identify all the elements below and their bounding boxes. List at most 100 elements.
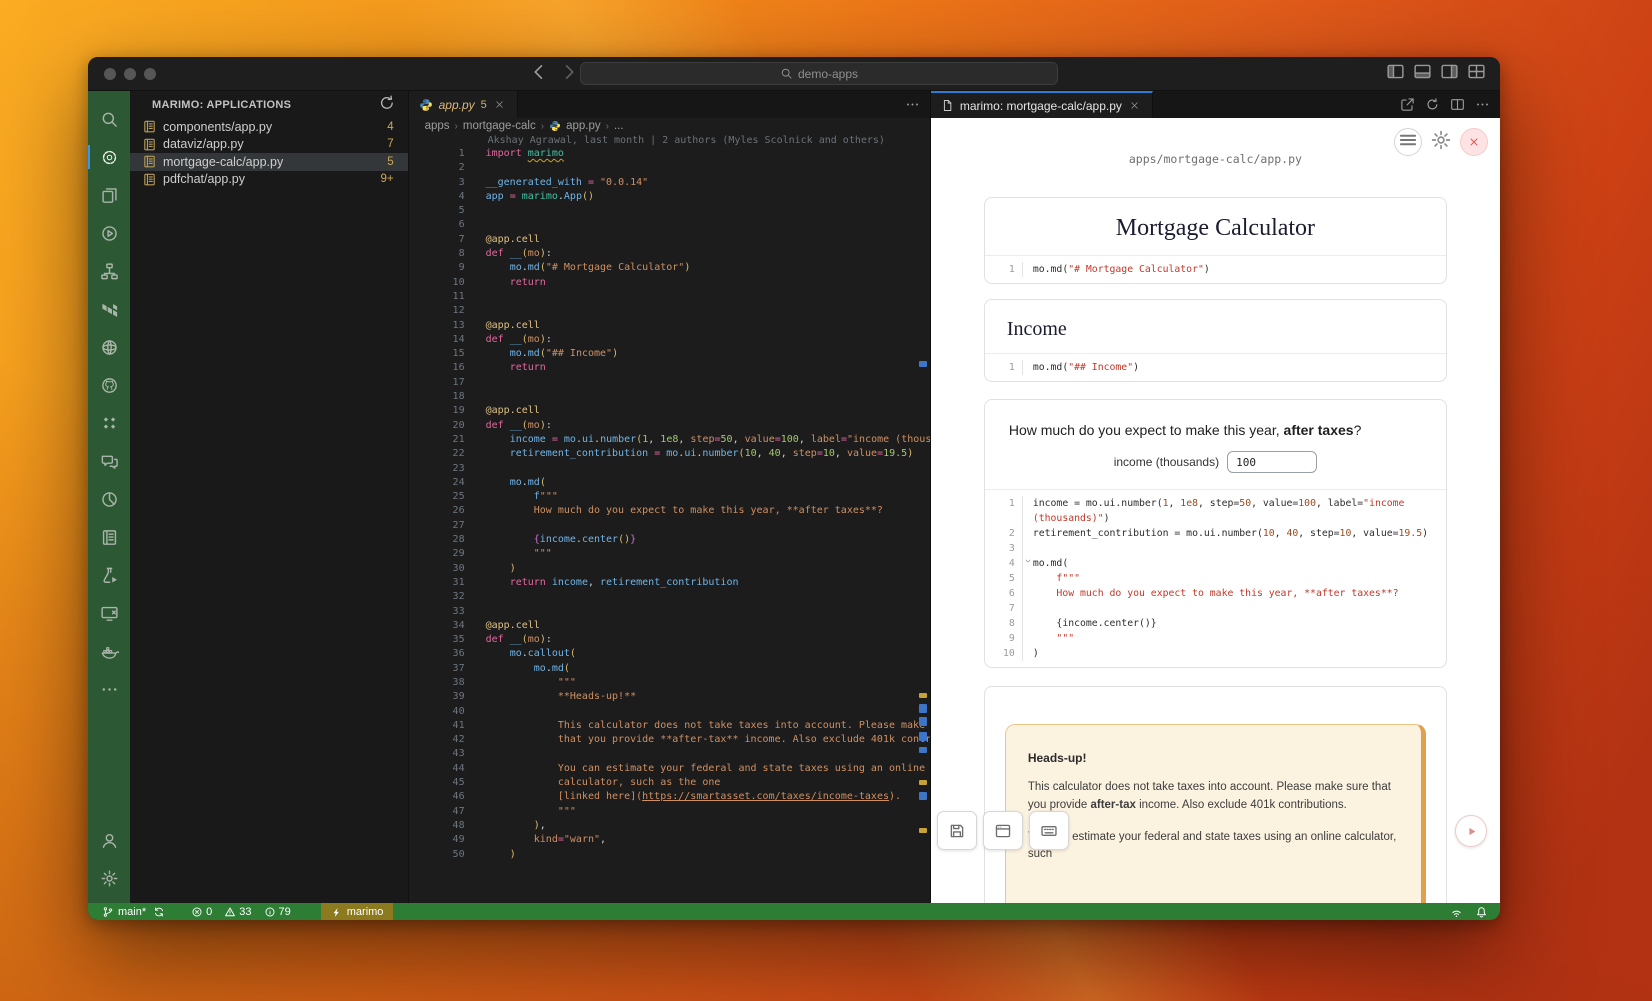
keyboard-shortcuts-button[interactable] [1029,811,1069,850]
run-icon [100,224,119,243]
problems-status[interactable]: 0 33 79 [191,906,291,918]
code-line: 29 """ [409,547,916,561]
activity-item-run[interactable] [88,214,130,252]
sidebar-section-title: MARIMO: APPLICATIONS [152,99,291,111]
activity-item-gear[interactable] [88,859,130,897]
warning-count: 33 [239,906,251,918]
code-line: 3__generated_with = "0.0.14" [409,176,916,190]
activity-item-comments[interactable] [88,442,130,480]
activity-item-hierarchy[interactable] [88,252,130,290]
notebook-file-icon [142,119,157,134]
activity-item-terraform[interactable] [88,290,130,328]
split-editor-button[interactable] [1450,97,1465,112]
tab-close-button[interactable] [1128,99,1142,113]
breadcrumb-item-symbol[interactable]: ... [614,120,624,132]
save-button[interactable] [937,811,977,850]
keyboard-icon [1040,822,1058,840]
tab-marimo-preview[interactable]: marimo: mortgage-calc/app.py [931,91,1153,118]
history-back-button[interactable] [528,63,550,85]
close-window-button[interactable] [104,68,116,80]
breadcrumb[interactable]: apps › mortgage-calc › app.py › ... [409,118,930,134]
activity-item-pie[interactable] [88,480,130,518]
preview-shutdown-button[interactable] [1460,128,1488,156]
file-row-components-app-py[interactable]: components/app.py4 [130,118,408,136]
traffic-lights[interactable] [104,68,156,80]
command-center-search[interactable]: demo-apps [580,62,1058,85]
overview-ruler[interactable] [919,134,927,903]
code-line: 17 [409,376,916,390]
code-line: 41 This calculator does not take taxes i… [409,719,916,733]
activity-item-flask[interactable] [88,556,130,594]
tab-label: marimo: mortgage-calc/app.py [960,99,1122,113]
preview-settings-button[interactable] [1430,131,1452,153]
branch-name: main* [118,906,146,918]
error-icon [191,906,203,918]
connection-status-button[interactable] [1450,906,1463,919]
refresh-button[interactable] [378,96,396,114]
code-line: 40 [409,705,916,719]
reload-preview-button[interactable] [1425,97,1440,112]
explorer-sidebar: MARIMO: APPLICATIONS components/app.py4d… [130,91,409,903]
activity-item-marimo[interactable] [88,138,130,176]
code-line: 30 ) [409,562,916,576]
toggle-primary-sidebar-button[interactable] [1386,64,1405,83]
activity-item-notebook[interactable] [88,518,130,556]
preview-code-line: 7 [985,601,1446,616]
fold-chevron-icon[interactable] [1023,556,1033,571]
code-line: 43 [409,747,916,761]
activity-item-github[interactable] [88,366,130,404]
activity-item-search[interactable] [88,100,130,138]
open-window-button[interactable] [983,811,1023,850]
notifications-button[interactable] [1475,906,1488,919]
activity-item-diamonds[interactable] [88,404,130,442]
breadcrumb-item-file[interactable]: app.py [566,120,601,132]
activity-item-account[interactable] [88,821,130,859]
marimo-extension-status[interactable]: marimo [321,903,394,920]
git-branch-status[interactable]: main* [102,906,165,918]
code-line: 22 retirement_contribution = mo.ui.numbe… [409,447,916,461]
ellipsis-icon [905,97,920,112]
tab-app-py[interactable]: app.py 5 [409,91,518,118]
breadcrumb-item-apps[interactable]: apps [425,120,450,132]
callout-title: Heads-up! [1028,751,1399,765]
activity-item-sphere[interactable] [88,328,130,366]
income-number-input[interactable]: 100 [1227,451,1317,473]
toggle-secondary-sidebar-button[interactable] [1440,64,1459,83]
history-forward-button[interactable] [558,63,580,85]
back-arrow-icon [528,61,550,88]
breadcrumb-item-folder[interactable]: mortgage-calc [463,120,536,132]
activity-item-docker[interactable] [88,632,130,670]
tab-close-button[interactable] [493,98,507,112]
activity-item-more[interactable] [88,670,130,708]
close-icon [1468,136,1480,148]
code-line: 20def __(mo): [409,419,916,433]
tab-more-actions-button[interactable] [905,97,920,112]
code-line: 34@app.cell [409,619,916,633]
notebook-icon [100,528,119,547]
code-line: 45 calculator, such as the one [409,776,916,790]
activity-item-monitor[interactable] [88,594,130,632]
preview-menu-button[interactable] [1394,128,1422,156]
open-in-browser-button[interactable] [1400,97,1415,112]
more-icon [100,680,119,699]
cell-code: 1income = mo.ui.number(1, 1e8, step=50, … [985,490,1446,667]
file-row-dataviz-app-py[interactable]: dataviz/app.py7 [130,136,408,154]
zoom-window-button[interactable] [144,68,156,80]
save-icon [948,822,966,840]
window-titlebar: demo-apps [88,57,1500,91]
section-heading-income: Income [985,300,1446,353]
customize-layout-button[interactable] [1467,64,1486,83]
hamburger-menu-icon [1395,127,1421,158]
file-row-mortgage-calc-app-py[interactable]: mortgage-calc/app.py5 [130,153,408,171]
activity-item-pages[interactable] [88,176,130,214]
run-cell-button[interactable] [1455,815,1487,847]
code-editor[interactable]: Akshay Agrawal, last month | 2 authors (… [409,134,930,903]
code-line: 1import marimo [409,147,916,161]
preview-code-line: 10) [985,646,1446,661]
more-actions-button[interactable] [1475,97,1490,112]
code-line: 38 """ [409,676,916,690]
file-row-pdfchat-app-py[interactable]: pdfchat/app.py9+ [130,171,408,189]
ruler-mark [919,792,927,800]
toggle-panel-button[interactable] [1413,64,1432,83]
minimize-window-button[interactable] [124,68,136,80]
